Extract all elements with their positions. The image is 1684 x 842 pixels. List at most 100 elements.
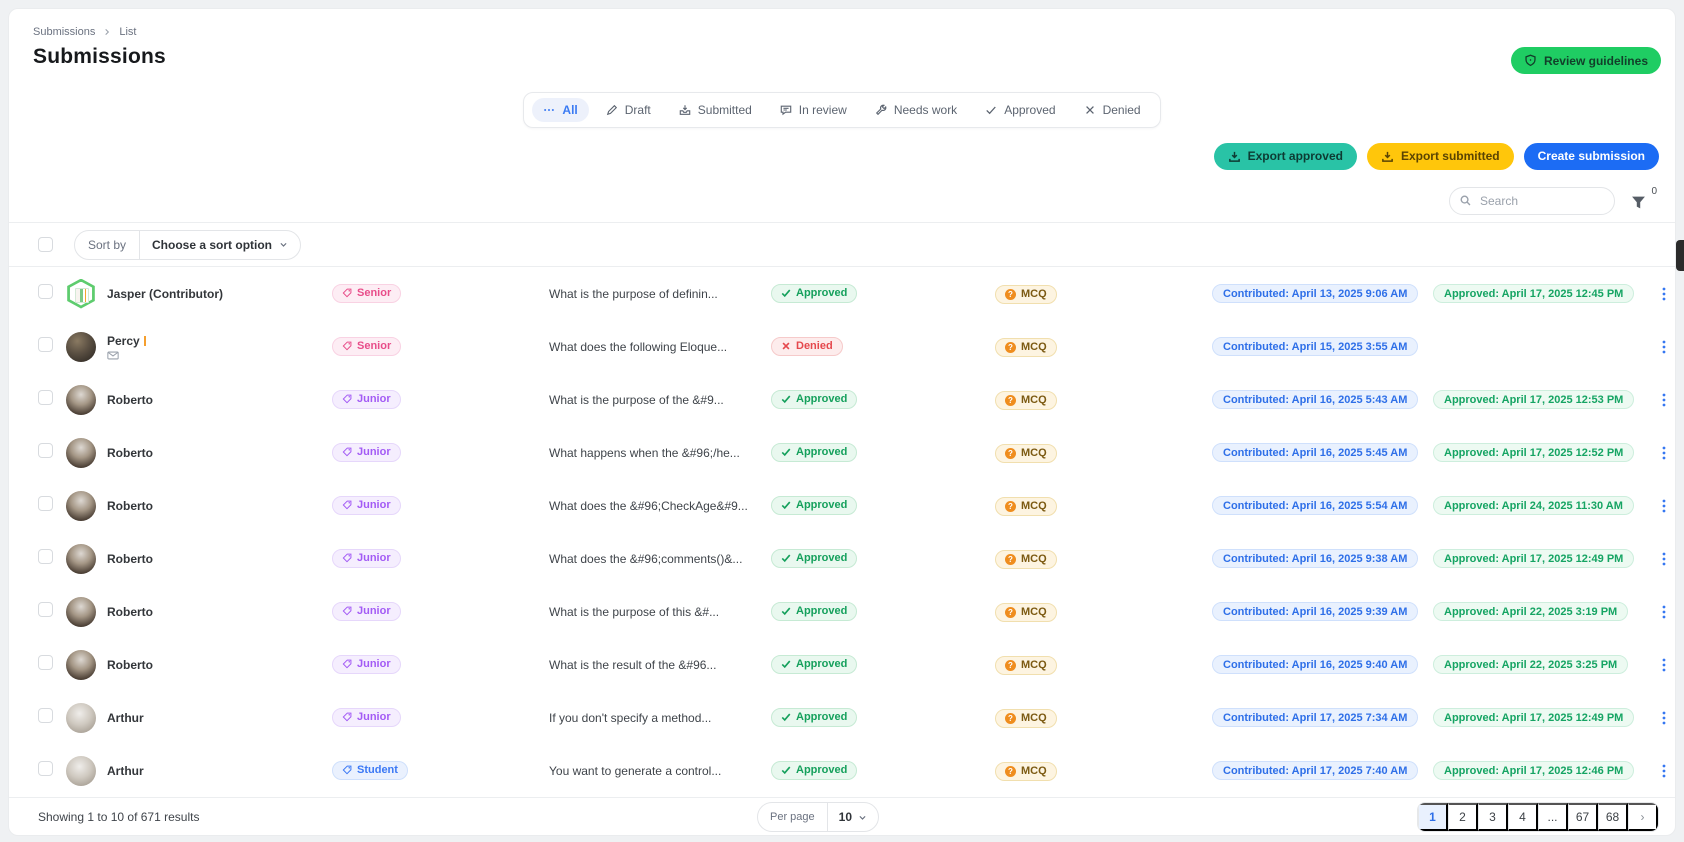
avatar bbox=[66, 437, 96, 468]
page-button[interactable]: 68 bbox=[1598, 803, 1628, 831]
row-checkbox[interactable] bbox=[38, 442, 53, 458]
approved-badge: Approved: April 17, 2025 12:53 PM bbox=[1433, 390, 1635, 410]
sort-row: Sort by Choose a sort option bbox=[9, 223, 1675, 267]
page-button[interactable]: 2 bbox=[1448, 803, 1478, 831]
row-checkbox[interactable] bbox=[38, 389, 53, 405]
per-page-label: Per page bbox=[758, 803, 828, 831]
question-text: If you don't specify a method... bbox=[549, 710, 712, 725]
scrollbar-thumb[interactable] bbox=[1676, 240, 1684, 271]
sort-value: Choose a sort option bbox=[152, 237, 273, 252]
question-mark-icon: ? bbox=[1005, 341, 1016, 353]
row-menu-button[interactable] bbox=[1656, 763, 1672, 779]
download-icon bbox=[1382, 151, 1393, 162]
tag-icon bbox=[342, 394, 352, 404]
page-title: Submissions bbox=[33, 45, 166, 68]
row-checkbox[interactable] bbox=[38, 601, 53, 617]
contributor-cell: Roberto bbox=[66, 437, 315, 468]
tab-icon bbox=[679, 104, 691, 116]
sort-dropdown[interactable]: Sort by Choose a sort option bbox=[74, 229, 302, 260]
search-input[interactable] bbox=[1449, 186, 1615, 215]
export-submitted-button[interactable]: Export submitted bbox=[1366, 142, 1514, 170]
row-checkbox[interactable] bbox=[38, 707, 53, 723]
contributed-badge: Contributed: April 17, 2025 7:40 AM bbox=[1212, 761, 1419, 781]
submissions-page: Submissions List Submissions Review guid… bbox=[8, 8, 1676, 836]
chevron-right-icon bbox=[103, 28, 111, 36]
check-icon bbox=[781, 712, 791, 722]
filter-tab[interactable]: Draft bbox=[595, 98, 662, 122]
row-menu-button[interactable] bbox=[1656, 657, 1672, 673]
approved-badge: Approved: April 17, 2025 12:49 PM bbox=[1433, 549, 1635, 569]
question-mark-icon: ? bbox=[1005, 553, 1016, 565]
filter-count-badge: 0 bbox=[1651, 185, 1657, 197]
row-checkbox[interactable] bbox=[38, 654, 53, 670]
table-row: Roberto Junior What is the purpose of th… bbox=[9, 585, 1675, 638]
contributed-badge: Contributed: April 16, 2025 5:43 AM bbox=[1212, 390, 1419, 410]
contributor-name: Roberto bbox=[107, 604, 153, 619]
filter-tab[interactable]: Denied bbox=[1073, 98, 1152, 122]
filter-tab[interactable]: Approved bbox=[974, 98, 1066, 122]
filter-tab[interactable]: In review bbox=[769, 98, 858, 122]
question-text: What happens when the &#96;/he... bbox=[549, 445, 740, 460]
row-menu-button[interactable] bbox=[1656, 392, 1672, 408]
contributed-badge: Contributed: April 16, 2025 9:39 AM bbox=[1212, 602, 1419, 622]
filter-button[interactable]: 0 bbox=[1631, 186, 1657, 212]
name-marker bbox=[143, 335, 146, 346]
tab-icon bbox=[606, 104, 618, 116]
status-filter-bar: All Draft Submitted In review Needs work… bbox=[9, 87, 1675, 133]
page-button[interactable]: › bbox=[1628, 803, 1658, 831]
question-mark-icon: ? bbox=[1005, 394, 1016, 406]
page-button[interactable]: 3 bbox=[1478, 803, 1508, 831]
ellipsis-vertical-icon bbox=[1662, 711, 1666, 724]
question-mark-icon: ? bbox=[1005, 765, 1016, 777]
filter-tab[interactable]: Submitted bbox=[668, 98, 763, 122]
per-page-dropdown[interactable]: Per page 10 bbox=[757, 802, 880, 832]
row-menu-button[interactable] bbox=[1656, 445, 1672, 461]
tab-icon bbox=[1084, 104, 1096, 116]
filter-tab[interactable]: All bbox=[532, 98, 589, 122]
approved-badge: Approved: April 17, 2025 12:49 PM bbox=[1433, 708, 1635, 728]
tab-icon bbox=[875, 104, 887, 116]
page-button[interactable]: 67 bbox=[1568, 803, 1598, 831]
export-approved-button[interactable]: Export approved bbox=[1213, 142, 1357, 170]
contributor-name: Roberto bbox=[107, 551, 153, 566]
breadcrumb-submissions[interactable]: Submissions bbox=[33, 26, 95, 38]
per-page-value: 10 bbox=[838, 810, 853, 824]
page-button[interactable]: ... bbox=[1538, 803, 1568, 831]
ellipsis-vertical-icon bbox=[1662, 446, 1666, 459]
approved-badge: Approved: April 22, 2025 3:19 PM bbox=[1433, 602, 1629, 622]
row-checkbox[interactable] bbox=[38, 336, 53, 352]
contributor-cell: Roberto bbox=[66, 649, 315, 680]
row-checkbox[interactable] bbox=[38, 548, 53, 564]
row-checkbox[interactable] bbox=[38, 760, 53, 776]
review-guidelines-button[interactable]: Review guidelines bbox=[1510, 47, 1661, 74]
breadcrumb-list[interactable]: List bbox=[119, 26, 136, 38]
row-menu-button[interactable] bbox=[1656, 551, 1672, 567]
level-badge: Junior bbox=[332, 654, 401, 674]
contributor-name: Arthur bbox=[107, 763, 144, 778]
approved-badge: Approved: April 17, 2025 12:52 PM bbox=[1433, 443, 1635, 463]
row-menu-button[interactable] bbox=[1656, 286, 1672, 302]
filter-tab[interactable]: Needs work bbox=[864, 98, 968, 122]
select-all-checkbox[interactable] bbox=[38, 237, 53, 252]
row-menu-button[interactable] bbox=[1656, 604, 1672, 620]
tab-icon bbox=[780, 104, 792, 116]
page-button[interactable]: 1 bbox=[1418, 803, 1448, 831]
row-menu-button[interactable] bbox=[1656, 339, 1672, 355]
row-menu-button[interactable] bbox=[1656, 498, 1672, 514]
row-checkbox[interactable] bbox=[38, 283, 53, 299]
page-button[interactable]: 4 bbox=[1508, 803, 1538, 831]
create-submission-button[interactable]: Create submission bbox=[1523, 142, 1659, 170]
level-badge: Student bbox=[332, 760, 408, 780]
envelope-icon bbox=[107, 351, 146, 360]
tab-icon bbox=[985, 104, 997, 116]
status-badge: Approved bbox=[771, 389, 858, 409]
row-checkbox[interactable] bbox=[38, 495, 53, 511]
row-menu-button[interactable] bbox=[1656, 710, 1672, 726]
tag-icon bbox=[342, 765, 352, 775]
avatar bbox=[66, 649, 96, 680]
approved-badge: Approved: April 24, 2025 11:30 AM bbox=[1433, 496, 1634, 516]
ellipsis-vertical-icon bbox=[1662, 287, 1666, 300]
question-mark-icon: ? bbox=[1005, 712, 1016, 724]
tag-icon bbox=[342, 606, 352, 616]
actions-toolbar: Export approved Export submitted Create … bbox=[9, 133, 1675, 179]
